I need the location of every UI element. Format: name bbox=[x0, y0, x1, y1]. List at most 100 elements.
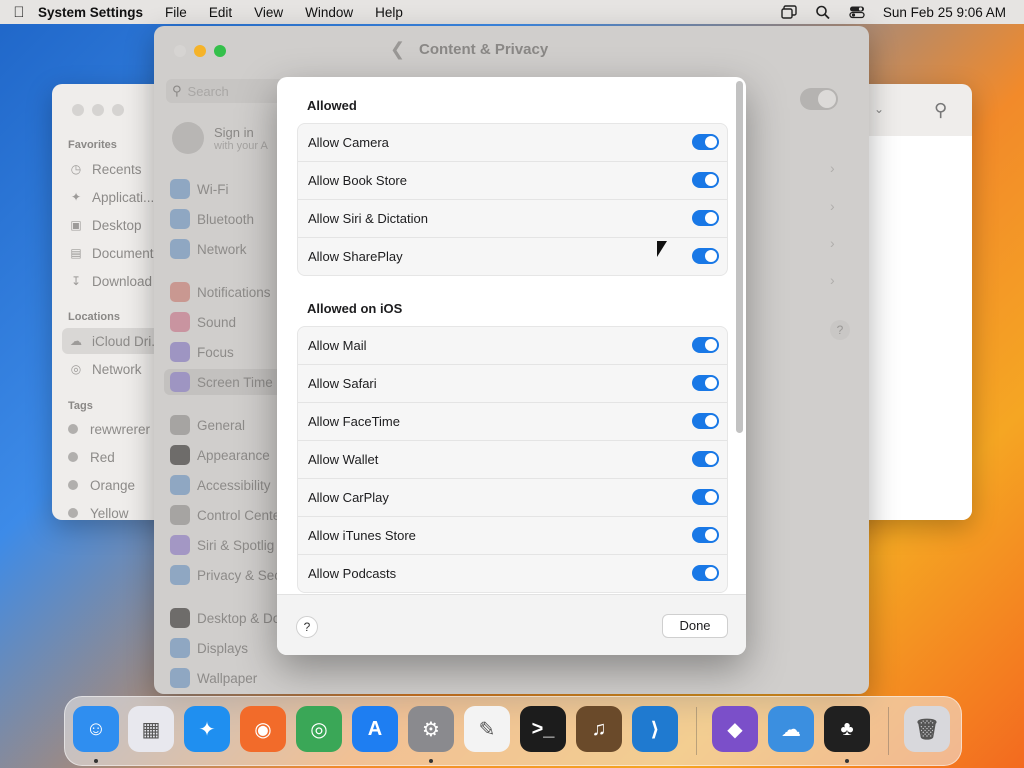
toggle-label: Allow CarPlay bbox=[308, 490, 389, 505]
app-store-icon[interactable]: A bbox=[352, 706, 398, 752]
menu-edit[interactable]: Edit bbox=[209, 5, 232, 20]
sidebar-item-network[interactable]: Network bbox=[170, 236, 290, 262]
toggle-row-allow-book-store: Allow Book Store bbox=[298, 161, 727, 199]
moon-icon bbox=[170, 342, 190, 362]
toggle-switch[interactable] bbox=[692, 134, 719, 150]
apple-menu-icon[interactable]:  bbox=[0, 4, 38, 21]
chevron-down-icon[interactable]: ⌄ bbox=[874, 102, 884, 116]
cloud-icon: ☁ bbox=[70, 334, 82, 348]
menu-app-name[interactable]: System Settings bbox=[38, 5, 143, 20]
toggle-row-allow-wallet: Allow Wallet bbox=[298, 440, 727, 478]
trash-icon[interactable]: 🗑 bbox=[904, 706, 950, 752]
finder-icon[interactable]: ☺ bbox=[73, 706, 119, 752]
sidebar-item-displays[interactable]: Displays bbox=[170, 635, 290, 661]
visual-studio-icon[interactable]: ◆ bbox=[712, 706, 758, 752]
toggle-label: Allow SharePlay bbox=[308, 249, 403, 264]
toggle-switch[interactable] bbox=[692, 172, 719, 188]
safari-icon[interactable]: ✦ bbox=[184, 706, 230, 752]
toggle-switch[interactable] bbox=[692, 527, 719, 543]
search-icon: ⚲ bbox=[172, 83, 182, 98]
terminal-icon[interactable]: >_ bbox=[520, 706, 566, 752]
search-field[interactable]: ⚲ Search bbox=[166, 79, 292, 103]
sidebar-item-bluetooth[interactable]: Bluetooth bbox=[170, 206, 290, 232]
vscode-icon[interactable]: ⟩ bbox=[632, 706, 678, 752]
sidebar-item-screen-time[interactable]: Screen Time bbox=[164, 369, 290, 395]
toggle-label: Allow FaceTime bbox=[308, 414, 400, 429]
chevron-right-icon[interactable]: › bbox=[830, 198, 835, 214]
done-button[interactable]: Done bbox=[662, 614, 728, 638]
toggle-row-allow-safari: Allow Safari bbox=[298, 364, 727, 402]
toggle-switch[interactable] bbox=[692, 489, 719, 505]
toggle-switch[interactable] bbox=[692, 413, 719, 429]
chrome-icon[interactable]: ◎ bbox=[296, 706, 342, 752]
toggle-row-allow-podcasts: Allow Podcasts bbox=[298, 554, 727, 592]
control-center-icon[interactable] bbox=[849, 5, 865, 19]
menu-window[interactable]: Window bbox=[305, 5, 353, 20]
weather-icon[interactable]: ☁ bbox=[768, 706, 814, 752]
garageband-icon[interactable]: ♫ bbox=[576, 706, 622, 752]
sheet-footer: ? Done bbox=[277, 594, 746, 655]
apple-id-signin[interactable]: Sign in with your A bbox=[172, 122, 268, 154]
content-privacy-toggle[interactable] bbox=[800, 88, 838, 110]
sidebar-item-sound[interactable]: Sound bbox=[170, 309, 290, 335]
chevron-right-icon[interactable]: › bbox=[830, 235, 835, 251]
spotlight-search-icon[interactable] bbox=[815, 5, 831, 20]
applications-icon: ✦ bbox=[70, 190, 82, 204]
sidebar-item-label: General bbox=[197, 417, 246, 433]
signin-title: Sign in bbox=[214, 124, 254, 140]
firefox-icon[interactable]: ◉ bbox=[240, 706, 286, 752]
minimize-button[interactable] bbox=[194, 45, 206, 57]
accessibility-icon bbox=[170, 475, 190, 495]
sheet-scroll-area[interactable]: Allowed Allow Camera Allow Book Store Allo… bbox=[277, 77, 746, 594]
launchpad-icon[interactable]: ▦ bbox=[128, 706, 174, 752]
close-button[interactable] bbox=[174, 45, 186, 57]
menu-clock[interactable]: Sun Feb 25 9:06 AM bbox=[883, 5, 1006, 20]
sidebar-item-label: Focus bbox=[197, 344, 234, 360]
sidebar-item-focus[interactable]: Focus bbox=[170, 339, 290, 365]
sidebar-item-general[interactable]: General bbox=[170, 412, 290, 438]
textedit-icon[interactable]: ✎ bbox=[464, 706, 510, 752]
running-indicator bbox=[94, 759, 98, 763]
dock-separator bbox=[696, 707, 697, 755]
sidebar-item-accessibility[interactable]: Accessibility bbox=[170, 472, 290, 498]
toggle-switch[interactable] bbox=[692, 375, 719, 391]
toggle-switch[interactable] bbox=[692, 565, 719, 581]
toggle-label: Allow Camera bbox=[308, 135, 389, 150]
sidebar-item-wallpaper[interactable]: Wallpaper bbox=[170, 665, 290, 691]
sidebar-item-label: Bluetooth bbox=[197, 211, 255, 227]
toggle-switch[interactable] bbox=[692, 210, 719, 226]
chevron-right-icon[interactable]: › bbox=[830, 272, 835, 288]
menu-help[interactable]: Help bbox=[375, 5, 403, 20]
screen-mirroring-icon[interactable] bbox=[781, 5, 797, 19]
sidebar-item-privacy-sec[interactable]: Privacy & Sec bbox=[170, 562, 290, 588]
display-icon bbox=[170, 638, 190, 658]
settings-help-button[interactable]: ? bbox=[830, 320, 850, 340]
menu-view[interactable]: View bbox=[254, 5, 283, 20]
search-icon[interactable]: ⚲ bbox=[934, 100, 947, 121]
toggle-switch[interactable] bbox=[692, 451, 719, 467]
settings-window-controls bbox=[174, 45, 226, 57]
chevron-right-icon[interactable]: › bbox=[830, 160, 835, 176]
sidebar-item-desktop-do[interactable]: Desktop & Do bbox=[170, 605, 290, 631]
sidebar-item-label: Wallpaper bbox=[197, 670, 258, 686]
sidebar-item-notifications[interactable]: Notifications bbox=[170, 279, 290, 305]
sidebar-item-label: Notifications bbox=[197, 284, 271, 300]
sidebar-item-label: Accessibility bbox=[197, 477, 271, 493]
vertical-scrollbar[interactable] bbox=[736, 81, 743, 433]
zoom-button[interactable] bbox=[214, 45, 226, 57]
toggle-switch[interactable] bbox=[692, 248, 719, 264]
bartender-icon[interactable]: ♣ bbox=[824, 706, 870, 752]
system-settings-icon[interactable]: ⚙ bbox=[408, 706, 454, 752]
back-chevron-icon[interactable]: ❮ bbox=[390, 39, 405, 60]
sidebar-item-wi-fi[interactable]: Wi-Fi bbox=[170, 176, 290, 202]
menu-file[interactable]: File bbox=[165, 5, 187, 20]
running-indicator bbox=[429, 759, 433, 763]
signin-subtitle: with your A bbox=[214, 139, 268, 152]
sidebar-item-label: Privacy & Sec bbox=[197, 567, 282, 583]
search-placeholder: Search bbox=[187, 83, 229, 99]
toggle-switch[interactable] bbox=[692, 337, 719, 353]
sidebar-item-siri-spotlig[interactable]: Siri & Spotlig bbox=[170, 532, 290, 558]
sidebar-item-appearance[interactable]: Appearance bbox=[170, 442, 290, 468]
sidebar-item-control-cente[interactable]: Control Cente bbox=[170, 502, 290, 528]
help-button[interactable]: ? bbox=[296, 616, 318, 638]
